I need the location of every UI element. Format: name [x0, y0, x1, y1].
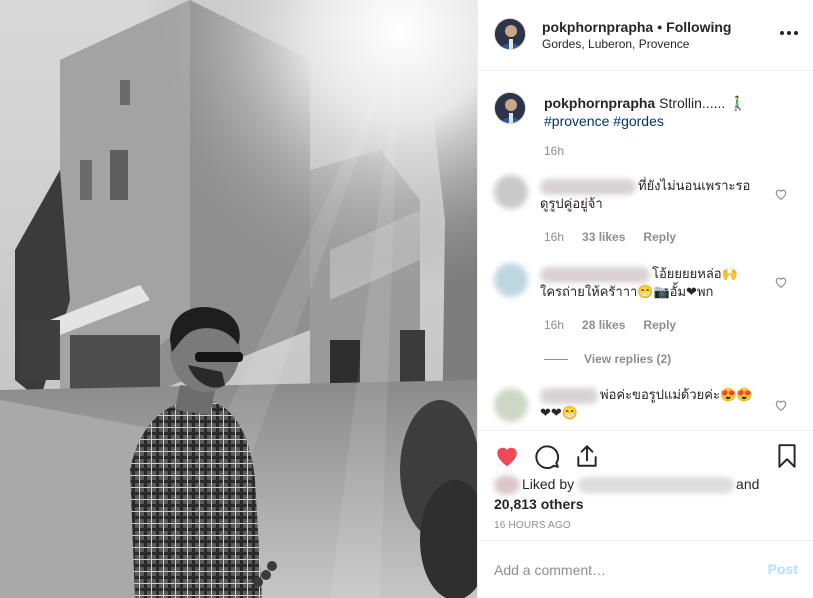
caption-body: Strollin...... 🚶‍♂	[659, 95, 747, 111]
heart-outline-icon[interactable]	[774, 187, 788, 201]
comment-line-2: ❤❤😁	[540, 405, 578, 420]
comment-likes[interactable]: 28 likes	[582, 318, 625, 332]
comment-icon[interactable]	[534, 443, 560, 469]
avatar-image	[495, 19, 525, 49]
street-photo-image	[0, 0, 477, 598]
following-button[interactable]: Following	[666, 19, 731, 35]
liked-by-prefix: Liked by	[522, 476, 575, 492]
post-header: pokphornprapha • Following Gordes, Luberon…	[478, 0, 813, 71]
comment-meta: 16h 33 likes Reply	[544, 230, 676, 244]
post-timestamp[interactable]: 16 HOURS AGO	[494, 520, 571, 531]
reply-button[interactable]: Reply	[643, 318, 676, 332]
view-replies-line	[544, 359, 568, 361]
comment-likes[interactable]: 33 likes	[582, 230, 625, 244]
header-username[interactable]: pokphornprapha	[542, 19, 653, 35]
post-location[interactable]: Gordes, Luberon, Provence	[542, 37, 689, 51]
heart-outline-icon[interactable]	[774, 275, 788, 289]
commenter-avatar[interactable]	[494, 388, 528, 422]
heart-outline-icon[interactable]	[774, 398, 788, 412]
commenter-name[interactable]	[540, 178, 636, 195]
heart-filled-icon[interactable]	[494, 443, 520, 469]
commenter-name[interactable]	[540, 266, 650, 283]
comment-line-2: ใครถ่ายให้ครัาาา😁📷อั้ม❤พก	[540, 284, 714, 299]
likes-count[interactable]: 20,813 others	[494, 496, 584, 512]
comment-line-1: โอ้ยยยยหล่อ🙌	[652, 266, 738, 281]
comment-time: 16h	[544, 230, 565, 244]
comment-text: ที่ยังไม่นอนเพราะรอ ดูรูปคู่อยู่จ้า	[540, 177, 770, 213]
comment-text: พ่อค่ะขอรูปแม่ด้วยค่ะ😍😍 ❤❤😁	[540, 386, 770, 422]
caption-avatar[interactable]	[494, 92, 526, 124]
comment-line-2: ดูรูปคู่อยู่จ้า	[540, 196, 603, 211]
hashtag-link[interactable]: #gordes	[613, 113, 664, 129]
caption-text: pokphornprapha Strollin...... 🚶‍♂ #prove…	[544, 94, 794, 130]
commenter-avatar[interactable]	[494, 263, 528, 297]
comment-time: 16h	[544, 318, 565, 332]
reply-button[interactable]: Reply	[643, 230, 676, 244]
header-separator: •	[657, 19, 663, 35]
comment-line-1: พ่อค่ะขอรูปแม่ด้วยค่ะ😍😍	[600, 387, 753, 402]
liker-name[interactable]	[578, 477, 735, 494]
add-comment-bar: Post	[478, 540, 813, 598]
hashtag-link[interactable]: #provence	[544, 113, 609, 129]
bookmark-icon[interactable]	[774, 443, 800, 469]
comment-text: โอ้ยยยยหล่อ🙌 ใครถ่ายให้ครัาาา😁📷อั้ม❤พก	[540, 265, 770, 301]
liker-avatar[interactable]	[494, 475, 520, 496]
comment-input[interactable]	[494, 559, 744, 581]
liked-by: Liked by and 20,813 others	[494, 475, 794, 513]
instagram-post: pokphornprapha • Following Gordes, Luberon…	[0, 0, 813, 598]
comments-section[interactable]: pokphornprapha Strollin...... 🚶‍♂ #prove…	[478, 71, 813, 430]
comment-line-1: ที่ยังไม่นอนเพราะรอ	[638, 178, 751, 193]
more-options-icon[interactable]	[778, 22, 800, 44]
caption-time: 16h	[544, 144, 565, 158]
comment-meta: 16h 28 likes Reply	[544, 318, 676, 332]
view-replies-label: View replies (2)	[584, 352, 672, 366]
share-icon[interactable]	[574, 443, 600, 469]
commenter-avatar[interactable]	[494, 175, 528, 209]
post-button[interactable]: Post	[768, 561, 798, 577]
post-photo[interactable]	[0, 0, 477, 598]
commenter-name[interactable]	[540, 387, 598, 404]
header-user-line: pokphornprapha • Following	[542, 19, 731, 35]
liked-by-and: and	[736, 476, 760, 492]
user-avatar[interactable]	[494, 18, 526, 50]
view-replies-button[interactable]: View replies (2)	[544, 352, 671, 366]
post-actions: Liked by and 20,813 others 16 HOURS AGO	[478, 430, 813, 540]
avatar-image	[495, 93, 525, 123]
caption-username[interactable]: pokphornprapha	[544, 95, 655, 111]
post-panel: pokphornprapha • Following Gordes, Luberon…	[477, 0, 813, 598]
